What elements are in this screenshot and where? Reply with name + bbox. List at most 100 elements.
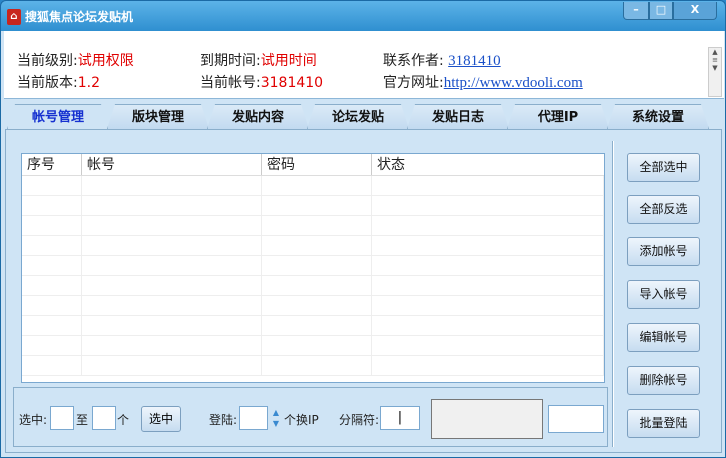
empty-row [22,236,604,256]
account-label: 当前帐号: [200,75,261,91]
version-info: 当前版本:1.2 [17,72,100,92]
empty-cell [22,336,82,355]
empty-cell [82,356,262,375]
empty-cell [82,236,262,255]
tab-board-management[interactable]: 版块管理 [107,104,209,129]
select-range-button[interactable]: 选中 [141,406,181,432]
separator-input[interactable]: | [380,406,420,430]
switch-ip-label: 个换IP [284,413,319,427]
empty-cell [22,356,82,375]
empty-cell [262,296,372,315]
tab-proxy-ip[interactable]: 代理IP [507,104,609,129]
empty-cell [372,356,604,375]
extra-input[interactable] [548,405,604,433]
to-label: 至 [76,413,89,427]
status-display [431,399,543,439]
select-from-input[interactable] [50,406,74,430]
empty-cell [372,336,604,355]
house-icon: ⌂ [7,8,21,25]
contact-info: 联系作者: 3181410 [383,50,501,70]
empty-cell [82,296,262,315]
empty-cell [372,316,604,335]
contact-label: 联系作者: [383,53,444,69]
account-list[interactable]: 序号 帐号 密码 状态 [21,153,605,383]
empty-cell [82,176,262,195]
version-value: 1.2 [77,75,100,91]
empty-cell [372,176,604,195]
empty-cell [262,276,372,295]
empty-row [22,276,604,296]
empty-cell [22,196,82,215]
empty-row [22,196,604,216]
empty-cell [372,296,604,315]
app-window: ⌂ 搜狐焦点论坛发贴机 – □ X 当前级别:试用权限 到期时间:试用时间 联系… [0,0,726,458]
account-value: 3181410 [260,75,324,91]
select-all-button[interactable]: 全部选中 [627,153,700,182]
empty-row [22,256,604,276]
select-to-input[interactable] [92,406,116,430]
account-info: 当前帐号:3181410 [200,72,323,92]
select-label: 选中: [19,413,48,427]
invert-selection-button[interactable]: 全部反选 [627,195,700,224]
empty-cell [372,276,604,295]
login-label: 登陆: [209,413,238,427]
spinner-arrows[interactable]: ▲ ▼ [269,407,283,429]
site-label: 官方网址: [383,75,444,91]
title-bar: ⌂ 搜狐焦点论坛发贴机 [7,8,133,25]
site-info: 官方网址:http://www.vdooli.com [383,72,583,92]
tab-account-management[interactable]: 帐号管理 [7,104,109,129]
divider [612,141,614,447]
empty-cell [82,316,262,335]
add-account-button[interactable]: 添加帐号 [627,237,700,266]
empty-cell [22,176,82,195]
delete-account-button[interactable]: 删除帐号 [627,366,700,395]
empty-cell [22,236,82,255]
login-count-input[interactable] [239,406,268,430]
empty-cell [372,196,604,215]
list-body [22,176,604,376]
column-account[interactable]: 帐号 [82,154,262,175]
list-header: 序号 帐号 密码 状态 [22,154,604,176]
minimize-button[interactable]: – [623,2,649,20]
empty-cell [82,256,262,275]
empty-cell [22,216,82,235]
tab-post-log[interactable]: 发贴日志 [407,104,509,129]
info-panel: 当前级别:试用权限 到期时间:试用时间 联系作者: 3181410 当前版本:1… [4,31,724,99]
empty-cell [262,216,372,235]
empty-cell [22,296,82,315]
empty-cell [262,356,372,375]
empty-cell [262,176,372,195]
empty-cell [82,196,262,215]
close-button[interactable]: X [673,2,717,20]
expire-label: 到期时间: [200,53,261,69]
tab-post-content[interactable]: 发贴内容 [207,104,309,129]
empty-cell [262,196,372,215]
maximize-button[interactable]: □ [649,2,673,20]
info-scrollbar[interactable]: ▲ ≡ ▼ [708,47,722,97]
tab-forum-post[interactable]: 论坛发贴 [307,104,409,129]
column-status[interactable]: 状态 [372,154,604,175]
empty-cell [372,236,604,255]
column-password[interactable]: 密码 [262,154,372,175]
import-account-button[interactable]: 导入帐号 [627,280,700,309]
empty-row [22,356,604,376]
empty-row [22,176,604,196]
batch-login-button[interactable]: 批量登陆 [627,409,700,438]
empty-cell [262,236,372,255]
tab-system-settings[interactable]: 系统设置 [607,104,709,129]
empty-cell [372,216,604,235]
empty-row [22,336,604,356]
empty-row [22,316,604,336]
empty-cell [22,316,82,335]
column-index[interactable]: 序号 [22,154,82,175]
empty-cell [82,216,262,235]
separator-label: 分隔符: [339,413,380,427]
site-link[interactable]: http://www.vdooli.com [444,75,583,91]
window-title: 搜狐焦点论坛发贴机 [25,10,134,24]
edit-account-button[interactable]: 编辑帐号 [627,323,700,352]
level-value: 试用权限 [77,53,134,69]
contact-link[interactable]: 3181410 [448,53,501,69]
level-label: 当前级别: [17,53,78,69]
unit-label: 个 [117,413,130,427]
empty-cell [262,336,372,355]
